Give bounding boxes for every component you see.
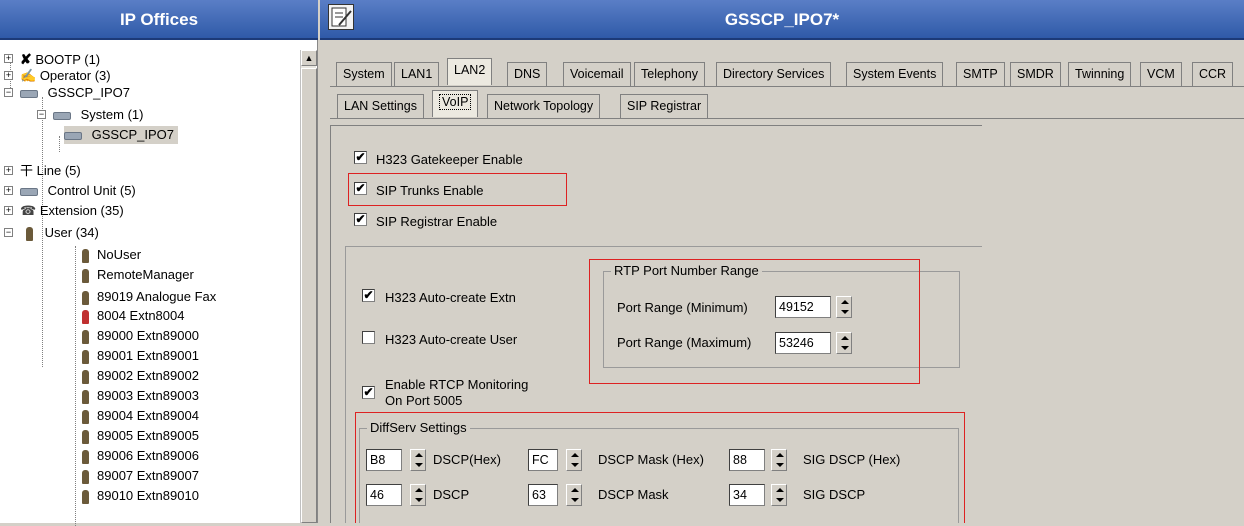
- ip-office-icon: [20, 89, 38, 98]
- h323-gatekeeper-label: H323 Gatekeeper Enable: [376, 152, 523, 167]
- user-icon: [82, 389, 89, 404]
- system-unit-icon: [64, 131, 82, 140]
- system-icon: [53, 111, 71, 120]
- user-icon: [82, 248, 89, 263]
- ip-offices-title: IP Offices: [0, 0, 318, 40]
- tree-item-control-unit[interactable]: + Control Unit (5): [4, 182, 136, 200]
- tree-user-89006[interactable]: 89006 Extn89006: [82, 447, 199, 465]
- tree-user-89001[interactable]: 89001 Extn89001: [82, 347, 199, 365]
- rtcp-monitoring-label: Enable RTCP Monitoring: [385, 377, 529, 392]
- tab-system[interactable]: System: [336, 62, 392, 86]
- tab-system-events[interactable]: System Events: [846, 62, 944, 86]
- user-icon: [82, 409, 89, 424]
- user-group-icon: [26, 226, 33, 241]
- user-icon: [82, 268, 89, 283]
- tree-scrollbar[interactable]: ▲: [300, 50, 317, 523]
- tab-vcm[interactable]: VCM: [1140, 62, 1182, 86]
- h323-auto-create-extn-checkbox[interactable]: ✔: [362, 289, 375, 302]
- operator-icon: ✍: [20, 68, 37, 83]
- edit-form-icon: [328, 4, 354, 30]
- tree-item-user[interactable]: − User (34): [4, 224, 99, 242]
- config-title: GSSCP_IPO7*: [320, 0, 1244, 40]
- tab-smdr[interactable]: SMDR: [1010, 62, 1061, 86]
- control-unit-icon: [20, 187, 38, 196]
- tab-dns[interactable]: DNS: [507, 62, 548, 86]
- tree-item-line[interactable]: + ⼲ Line (5): [4, 162, 81, 180]
- tree-user-89010[interactable]: 89010 Extn89010: [82, 487, 199, 505]
- tree-user-analogue-fax[interactable]: 89019 Analogue Fax: [82, 288, 216, 306]
- user-icon: [82, 489, 89, 504]
- tree-item-gsscp-ipo7[interactable]: − GSSCP_IPO7: [4, 84, 130, 102]
- rtcp-port-label: On Port 5005: [385, 393, 463, 408]
- scroll-up-arrow-icon[interactable]: ▲: [301, 50, 317, 66]
- subtab-voip[interactable]: VoIP: [432, 90, 479, 117]
- h323-gatekeeper-checkbox[interactable]: ✔: [354, 151, 367, 164]
- tree-user-89007[interactable]: 89007 Extn89007: [82, 467, 199, 485]
- user-icon: [82, 309, 89, 324]
- subtab-network-topology[interactable]: Network Topology: [487, 94, 601, 118]
- tree-item-bootp[interactable]: + ✘ BOOTP (1): [4, 50, 100, 68]
- sip-registrar-label: SIP Registrar Enable: [376, 214, 498, 229]
- sip-registrar-checkbox[interactable]: ✔: [354, 213, 367, 226]
- user-icon: [82, 349, 89, 364]
- tab-directory-services[interactable]: Directory Services: [716, 62, 832, 86]
- user-icon: [82, 290, 89, 305]
- h323-auto-create-user-label: H323 Auto-create User: [385, 332, 518, 347]
- sip-trunks-highlight: [348, 173, 567, 206]
- tab-smtp[interactable]: SMTP: [956, 62, 1005, 86]
- tree-user-89004[interactable]: 89004 Extn89004: [82, 407, 199, 425]
- subtab-strip-divider: [330, 118, 1244, 119]
- rtp-highlight: [589, 259, 920, 384]
- tree-item-extension[interactable]: + ☎ Extension (35): [4, 202, 124, 220]
- user-icon: [82, 329, 89, 344]
- tree-item-system[interactable]: − System (1): [37, 106, 143, 124]
- h323-auto-create-extn-label: H323 Auto-create Extn: [385, 290, 516, 305]
- subtab-lan-settings[interactable]: LAN Settings: [337, 94, 424, 118]
- scroll-thumb[interactable]: [301, 68, 317, 523]
- user-icon: [82, 449, 89, 464]
- line-icon: ⼲: [20, 163, 34, 178]
- tab-strip-divider: [330, 86, 1244, 87]
- user-icon: [82, 429, 89, 444]
- tab-ccr[interactable]: CCR: [1192, 62, 1234, 86]
- user-icon: [82, 369, 89, 384]
- extension-icon: ☎: [20, 203, 37, 218]
- tree-item-operator[interactable]: + ✍ Operator (3): [4, 67, 111, 85]
- tab-lan2[interactable]: LAN2: [447, 58, 493, 85]
- tree-item-system-gsscp[interactable]: GSSCP_IPO7: [64, 126, 178, 144]
- tab-voicemail[interactable]: Voicemail: [563, 62, 631, 86]
- tab-telephony[interactable]: Telephony: [634, 62, 705, 86]
- subtab-sip-registrar[interactable]: SIP Registrar: [620, 94, 709, 118]
- user-icon: [82, 469, 89, 484]
- h323-auto-create-user-checkbox[interactable]: [362, 331, 375, 344]
- tab-lan1[interactable]: LAN1: [394, 62, 440, 86]
- tree-user-8004[interactable]: 8004 Extn8004: [82, 307, 184, 325]
- tree-user-89003[interactable]: 89003 Extn89003: [82, 387, 199, 405]
- tree-user-89005[interactable]: 89005 Extn89005: [82, 427, 199, 445]
- rtcp-monitoring-checkbox[interactable]: ✔: [362, 386, 375, 399]
- diffserv-highlight: [355, 412, 965, 523]
- tab-twinning[interactable]: Twinning: [1068, 62, 1132, 86]
- tree-user-89000[interactable]: 89000 Extn89000: [82, 327, 199, 345]
- tree-user-89002[interactable]: 89002 Extn89002: [82, 367, 199, 385]
- tree-user-remotemanager[interactable]: RemoteManager: [82, 266, 194, 284]
- tree-user-nouser[interactable]: NoUser: [82, 246, 141, 264]
